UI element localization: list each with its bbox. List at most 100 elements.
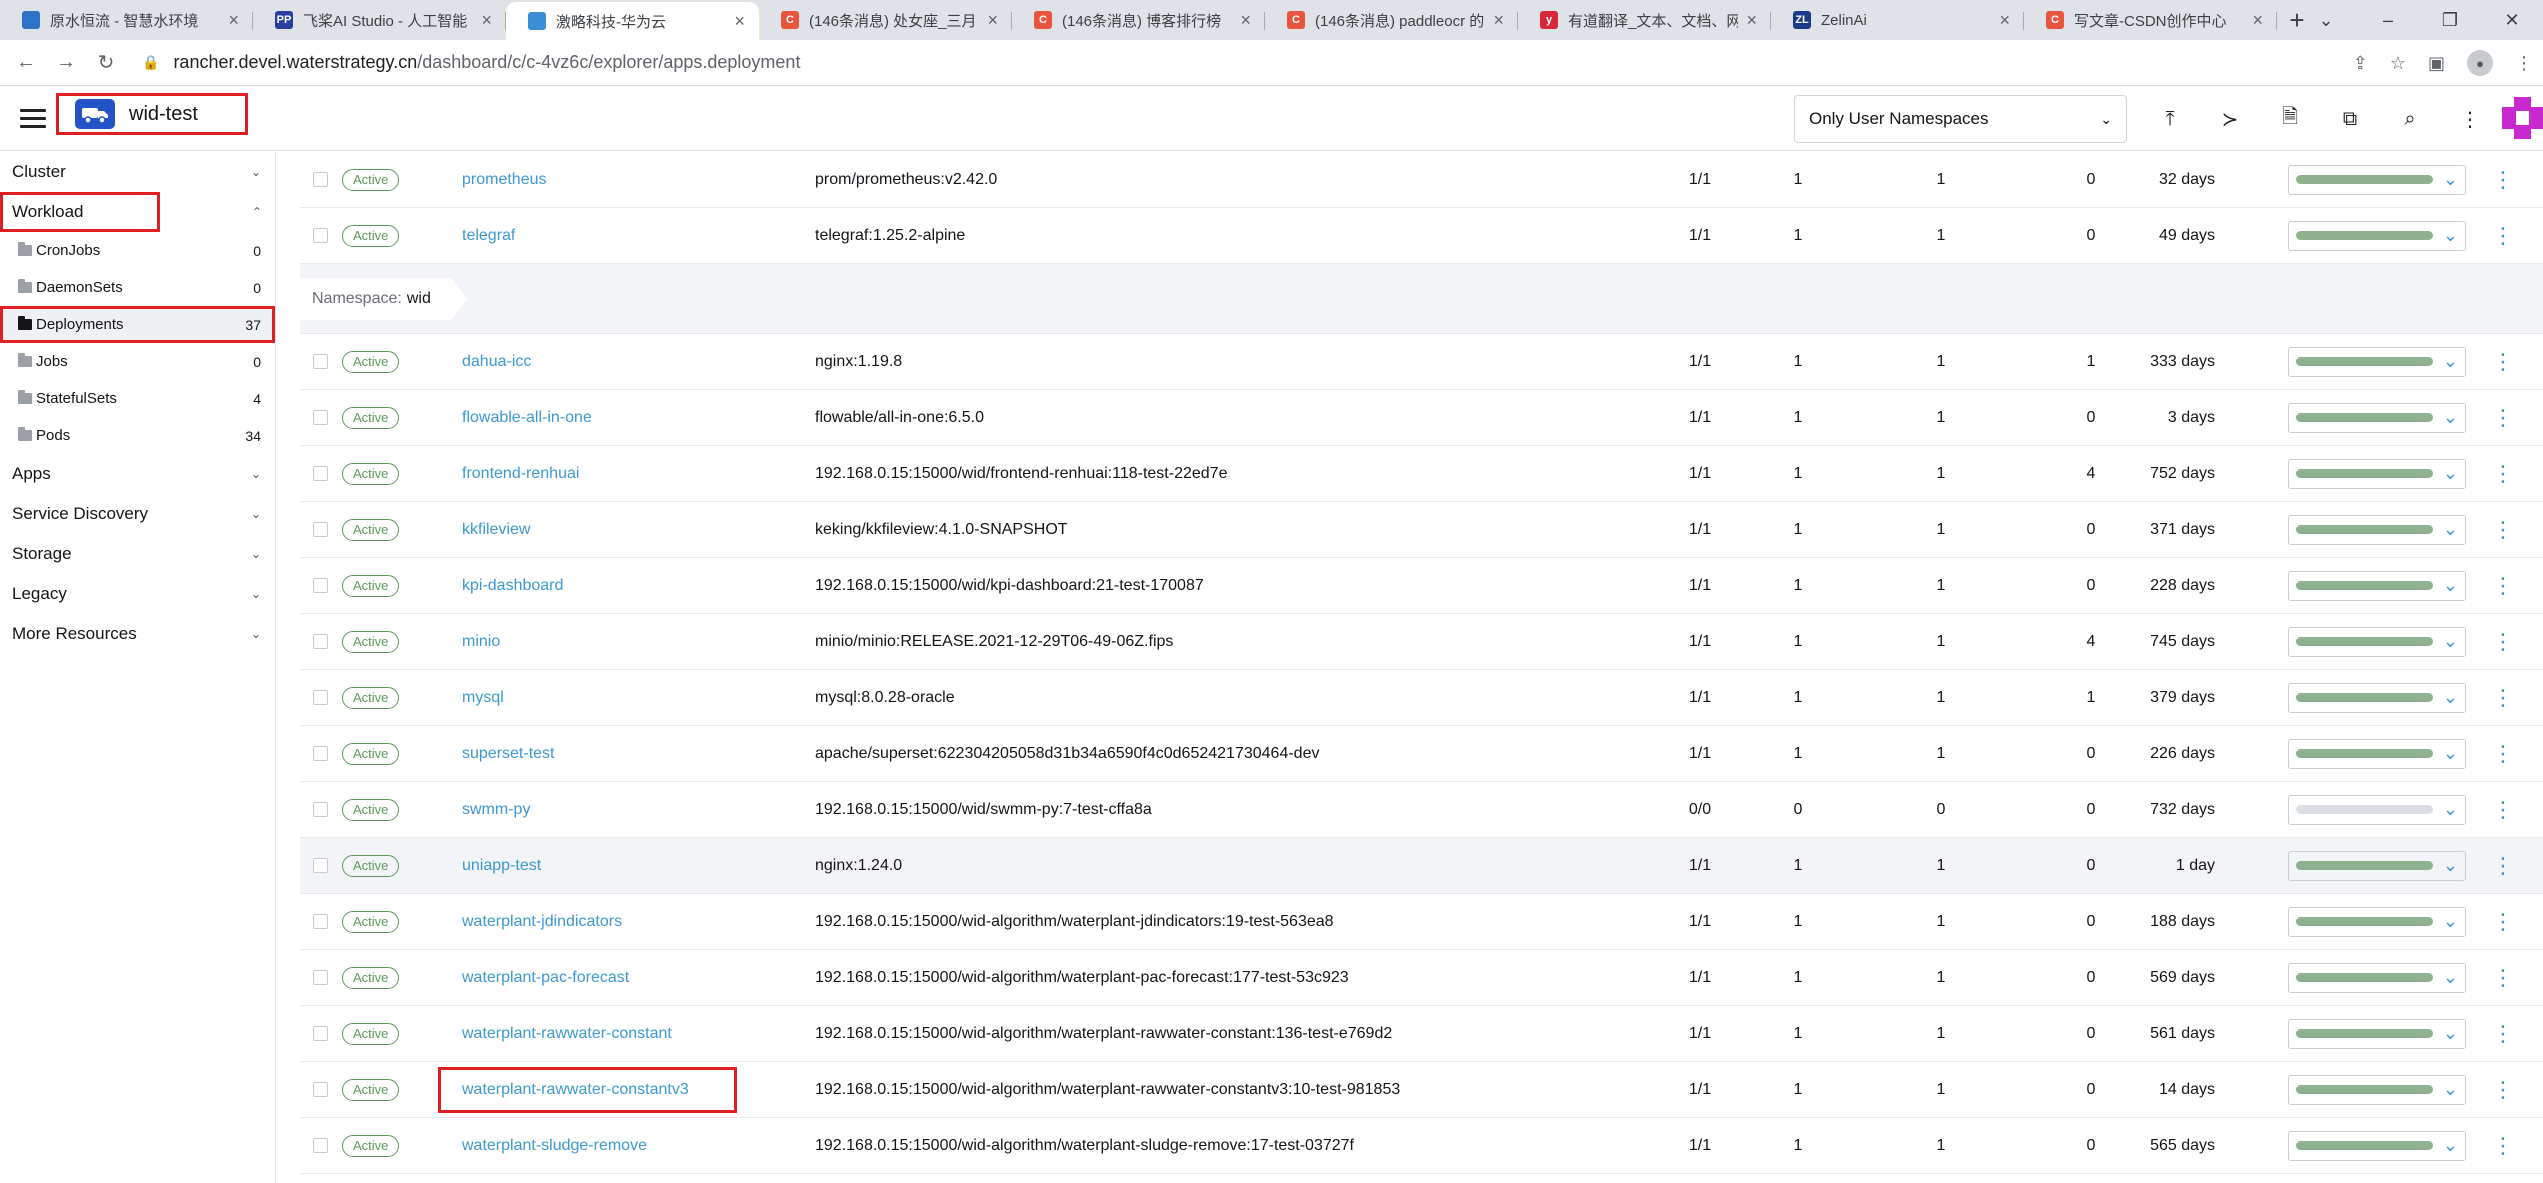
health-scale-dropdown[interactable]: ⌄: [2288, 220, 2466, 251]
more-actions-icon[interactable]: ⋮: [2440, 107, 2500, 132]
workload-name-link[interactable]: mysql: [462, 689, 504, 707]
health-scale-dropdown[interactable]: ⌄: [2288, 850, 2466, 881]
workload-name-link[interactable]: swmm-py: [462, 801, 530, 819]
health-scale-dropdown[interactable]: ⌄: [2288, 962, 2466, 993]
row-actions-icon[interactable]: ⋮: [2492, 1134, 2514, 1157]
workload-name-link[interactable]: kpi-dashboard: [462, 577, 563, 595]
browser-tab[interactable]: 激略科技-华为云 ×: [506, 2, 759, 40]
row-checkbox[interactable]: [313, 466, 328, 481]
browser-tab[interactable]: C 写文章-CSDN创作中心 ×: [2024, 0, 2277, 40]
row-actions-icon[interactable]: ⋮: [2492, 1078, 2514, 1101]
row-checkbox[interactable]: [313, 802, 328, 817]
browser-tab[interactable]: C (146条消息) paddleocr 的 ×: [1265, 0, 1518, 40]
row-checkbox[interactable]: [313, 858, 328, 873]
row-actions-icon[interactable]: ⋮: [2492, 224, 2514, 247]
row-checkbox[interactable]: [313, 522, 328, 537]
url-field[interactable]: 🔒 rancher.devel.waterstrategy.cn/dashboa…: [142, 52, 800, 73]
workload-name-link[interactable]: uniapp-test: [462, 857, 541, 875]
sidebar-group[interactable]: Apps ⌄: [0, 454, 275, 494]
workload-name-link[interactable]: superset-test: [462, 745, 554, 763]
cluster-badge[interactable]: wid-test: [56, 93, 248, 135]
search-icon[interactable]: ⌕: [2380, 108, 2440, 131]
row-checkbox[interactable]: [313, 970, 328, 985]
browser-tab[interactable]: 原水恒流 - 智慧水环境 ×: [0, 0, 253, 40]
workload-name-link[interactable]: dahua-icc: [462, 353, 531, 371]
hamburger-menu-icon[interactable]: [20, 109, 46, 128]
health-scale-dropdown[interactable]: ⌄: [2288, 458, 2466, 489]
browser-tab[interactable]: C (146条消息) 处女座_三月 ×: [759, 0, 1012, 40]
row-actions-icon[interactable]: ⋮: [2492, 966, 2514, 989]
sidebar-item-deployments[interactable]: Deployments 37: [0, 306, 275, 343]
tab-close-icon[interactable]: ×: [228, 10, 239, 31]
browser-tab[interactable]: C (146条消息) 博客排行榜 ×: [1012, 0, 1265, 40]
row-checkbox[interactable]: [313, 354, 328, 369]
workload-name-link[interactable]: waterplant-jdindicators: [462, 913, 622, 931]
sidebar-group[interactable]: Cluster ⌄: [0, 152, 275, 192]
health-scale-dropdown[interactable]: ⌄: [2288, 346, 2466, 377]
row-checkbox[interactable]: [313, 1138, 328, 1153]
row-checkbox[interactable]: [313, 172, 328, 187]
workload-name-link[interactable]: flowable-all-in-one: [462, 409, 592, 427]
row-actions-icon[interactable]: ⋮: [2492, 1022, 2514, 1045]
health-scale-dropdown[interactable]: ⌄: [2288, 1130, 2466, 1161]
row-actions-icon[interactable]: ⋮: [2492, 518, 2514, 541]
tab-close-icon[interactable]: ×: [481, 10, 492, 31]
health-scale-dropdown[interactable]: ⌄: [2288, 514, 2466, 545]
tab-close-icon[interactable]: ×: [2252, 10, 2263, 31]
tab-close-icon[interactable]: ×: [734, 11, 745, 32]
namespace-filter-select[interactable]: Only User Namespaces ⌄: [1794, 95, 2127, 143]
kubectl-shell-icon[interactable]: ≻: [2200, 107, 2260, 132]
profile-avatar-icon[interactable]: ●: [2467, 50, 2493, 76]
bookmark-star-icon[interactable]: ☆: [2390, 53, 2406, 74]
row-checkbox[interactable]: [313, 578, 328, 593]
restore-icon[interactable]: ❐: [2419, 10, 2481, 31]
health-scale-dropdown[interactable]: ⌄: [2288, 738, 2466, 769]
tab-close-icon[interactable]: ×: [1240, 10, 1251, 31]
row-actions-icon[interactable]: ⋮: [2492, 630, 2514, 653]
sidebar-item-statefulsets[interactable]: StatefulSets 4: [0, 380, 275, 417]
health-scale-dropdown[interactable]: ⌄: [2288, 794, 2466, 825]
sidebar-group[interactable]: Service Discovery ⌄: [0, 494, 275, 534]
copy-kubeconfig-icon[interactable]: ⧉: [2320, 108, 2380, 131]
sidebar-item-jobs[interactable]: Jobs 0: [0, 343, 275, 380]
health-scale-dropdown[interactable]: ⌄: [2288, 626, 2466, 657]
minimize-icon[interactable]: –: [2357, 10, 2419, 31]
sidebar-item-daemonsets[interactable]: DaemonSets 0: [0, 269, 275, 306]
row-checkbox[interactable]: [313, 1082, 328, 1097]
row-checkbox[interactable]: [313, 690, 328, 705]
workload-name-link[interactable]: waterplant-sludge-remove: [462, 1137, 647, 1155]
health-scale-dropdown[interactable]: ⌄: [2288, 570, 2466, 601]
back-icon[interactable]: ←: [6, 51, 46, 74]
workload-name-link[interactable]: waterplant-pac-forecast: [462, 969, 629, 987]
workload-name-link[interactable]: waterplant-rawwater-constant: [462, 1025, 672, 1043]
sidebar-group[interactable]: Workload ⌃: [0, 192, 262, 232]
health-scale-dropdown[interactable]: ⌄: [2288, 682, 2466, 713]
sidebar-item-cronjobs[interactable]: CronJobs 0: [0, 232, 275, 269]
workload-name-link[interactable]: kkfileview: [462, 521, 530, 539]
browser-tab[interactable]: ZL ZelinAi ×: [1771, 0, 2024, 40]
row-actions-icon[interactable]: ⋮: [2492, 798, 2514, 821]
row-checkbox[interactable]: [313, 914, 328, 929]
tab-close-icon[interactable]: ×: [987, 10, 998, 31]
health-scale-dropdown[interactable]: ⌄: [2288, 402, 2466, 433]
sidepanel-icon[interactable]: ▣: [2428, 53, 2445, 74]
row-checkbox[interactable]: [313, 228, 328, 243]
workload-name-link[interactable]: prometheus: [462, 171, 547, 189]
workload-name-link[interactable]: waterplant-rawwater-constantv3: [438, 1066, 737, 1113]
row-checkbox[interactable]: [313, 746, 328, 761]
row-actions-icon[interactable]: ⋮: [2492, 742, 2514, 765]
sidebar-item-pods[interactable]: Pods 34: [0, 417, 275, 454]
tab-close-icon[interactable]: ×: [1493, 10, 1504, 31]
row-checkbox[interactable]: [313, 410, 328, 425]
close-window-icon[interactable]: ✕: [2481, 10, 2543, 31]
row-actions-icon[interactable]: ⋮: [2492, 854, 2514, 877]
workload-name-link[interactable]: minio: [462, 633, 500, 651]
sidebar-group[interactable]: More Resources ⌄: [0, 614, 275, 654]
workload-name-link[interactable]: frontend-renhuai: [462, 465, 579, 483]
health-scale-dropdown[interactable]: ⌄: [2288, 906, 2466, 937]
forward-icon[interactable]: →: [46, 51, 86, 74]
reload-icon[interactable]: ↻: [86, 50, 126, 75]
row-actions-icon[interactable]: ⋮: [2492, 686, 2514, 709]
health-scale-dropdown[interactable]: ⌄: [2288, 164, 2466, 195]
browser-tab[interactable]: PP 飞桨AI Studio - 人工智能 ×: [253, 0, 506, 40]
